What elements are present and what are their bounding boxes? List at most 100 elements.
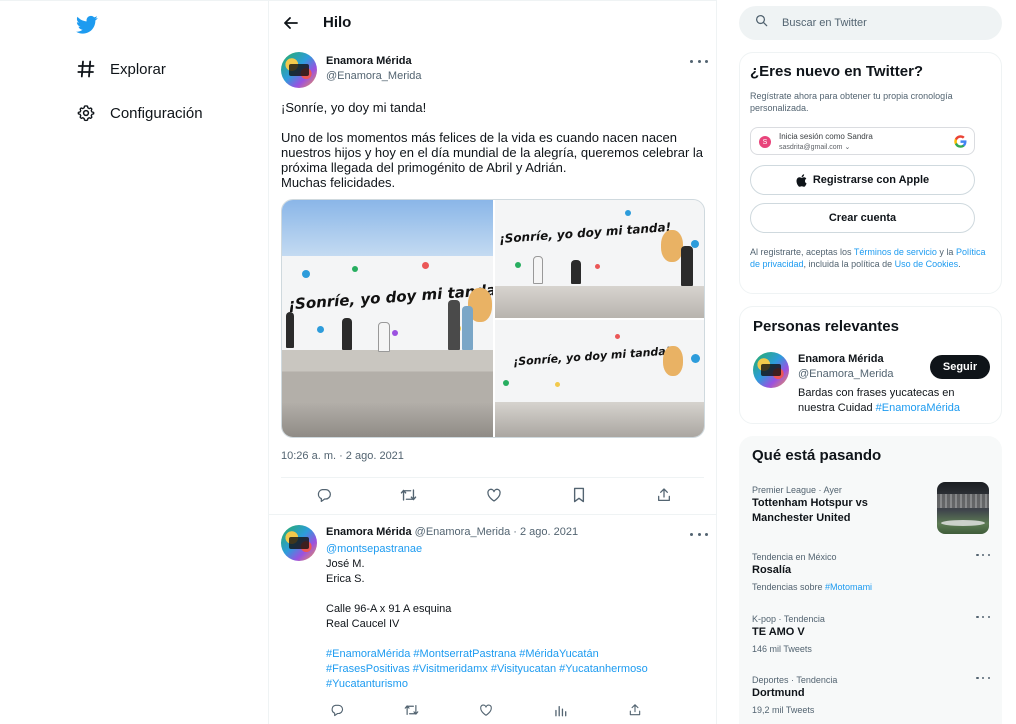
avatar[interactable] <box>281 525 317 561</box>
trend-hashtag[interactable]: #Motomami <box>825 582 872 592</box>
reply-line: Real Caucel IV <box>326 618 400 630</box>
trend-title: Dortmund <box>752 687 805 699</box>
thread-column: Hilo Enamora Mérida @Enamora_Merida ¡Son… <box>268 0 717 724</box>
hashtag-links[interactable]: #FrasesPositivas #Visitmeridamx #Visityu… <box>326 662 696 677</box>
apple-icon <box>796 173 807 187</box>
person-bio: Bardas con frases yucatecas en nuestra C… <box>798 387 961 414</box>
tweet-line: Muchas felicidades. <box>281 175 396 190</box>
trend-item[interactable]: Deportes · Tendencia Dortmund 19,2 mil T… <box>752 674 992 716</box>
trend-item[interactable]: Tendencia en México Rosalía Tendencias s… <box>752 551 992 593</box>
signup-subtext: Regístrate ahora para obtener tu propia … <box>750 91 953 113</box>
more-options-icon[interactable] <box>690 529 708 539</box>
reply-header: Enamora Mérida @Enamora_Merida · 2 ago. … <box>326 526 578 538</box>
nav-explore-label: Explorar <box>110 60 166 78</box>
like-icon[interactable] <box>483 484 505 506</box>
trend-title: TE AMO V <box>752 626 805 638</box>
tweet-line: próxima llegada del primogénito de Abril… <box>281 160 567 175</box>
person-name[interactable]: Enamora Mérida <box>798 353 884 365</box>
reply-text: @montsepastranae José M. Erica S. Calle … <box>326 542 696 692</box>
google-signin-button[interactable]: S Inicia sesión como Sandra sasdrita@gma… <box>750 127 975 155</box>
follow-button[interactable]: Seguir <box>930 355 990 379</box>
legal-text: Al registrarte, aceptas los Términos de … <box>750 247 986 269</box>
mural-photo[interactable]: ¡Sonríe, yo doy mi tanda! <box>495 200 704 318</box>
trend-title: Rosalía <box>752 564 792 576</box>
gear-icon <box>76 103 96 123</box>
share-icon[interactable] <box>653 484 675 506</box>
tweet-actions <box>281 484 706 506</box>
trend-sub: Tendencias sobre #Motomami <box>752 582 873 592</box>
reply-tweet[interactable]: Enamora Mérida @Enamora_Merida · 2 ago. … <box>269 514 716 724</box>
tweet-text: ¡Sonríe, yo doy mi tanda! Uno de los mom… <box>281 100 706 190</box>
share-icon[interactable] <box>624 699 646 721</box>
retweet-icon[interactable] <box>401 699 423 721</box>
more-options-icon[interactable] <box>976 613 990 621</box>
reply-meta: @Enamora_Merida · 2 ago. 2021 <box>414 526 579 538</box>
trend-sub: 19,2 mil Tweets <box>752 705 815 715</box>
mural-photo[interactable]: ¡Sonríe, yo doy mi tanda! <box>282 200 493 437</box>
tweet-line: ¡Sonríe, yo doy mi tanda! <box>281 100 427 115</box>
signup-title: ¿Eres nuevo en Twitter? <box>750 63 924 80</box>
retweet-icon[interactable] <box>398 484 420 506</box>
left-nav: Explorar Configuración <box>0 0 268 724</box>
reply-line: José M. <box>326 558 365 570</box>
google-logo-icon <box>953 134 968 149</box>
avatar[interactable] <box>281 52 317 88</box>
trends-card: Qué está pasando Premier League · Ayer T… <box>739 436 1002 724</box>
create-account-button[interactable]: Crear cuenta <box>750 203 975 233</box>
apple-signup-label: Registrarse con Apple <box>812 174 930 186</box>
thread-header: Hilo <box>269 0 716 44</box>
trend-meta: K-pop · Tendencia <box>752 614 825 624</box>
relevant-title: Personas relevantes <box>753 318 899 335</box>
apple-signup-button[interactable]: Registrarse con Apple <box>750 165 975 195</box>
search-input[interactable] <box>782 17 982 29</box>
relevant-people-card: Personas relevantes Enamora Mérida @Enam… <box>739 306 1002 424</box>
nav-settings-label: Configuración <box>110 104 203 122</box>
avatar[interactable] <box>753 352 789 388</box>
reply-line: Erica S. <box>326 573 365 585</box>
more-options-icon[interactable] <box>690 56 708 66</box>
mural-photo[interactable]: ¡Sonríe, yo doy mi tanda! <box>495 319 704 437</box>
terms-link[interactable]: Términos de servicio <box>854 247 937 257</box>
twitter-bird-icon[interactable] <box>76 15 98 35</box>
author-handle[interactable]: @Enamora_Merida <box>326 70 422 82</box>
hashtag-links[interactable]: #Yucatanturismo <box>326 677 696 692</box>
search-bar[interactable] <box>739 6 1002 40</box>
person-handle[interactable]: @Enamora_Merida <box>798 368 894 380</box>
trends-title: Qué está pasando <box>752 447 882 464</box>
nav-explore[interactable]: Explorar <box>76 57 166 81</box>
chevron-down-icon: ⌄ <box>844 144 851 151</box>
analytics-icon[interactable] <box>550 699 572 721</box>
signup-card: ¿Eres nuevo en Twitter? Regístrate ahora… <box>739 52 1002 294</box>
google-account-avatar: S <box>759 136 771 148</box>
reply-actions <box>326 699 646 721</box>
google-signin-label: Inicia sesión como Sandra <box>779 132 873 141</box>
hashtag-icon <box>76 59 96 79</box>
back-arrow-icon[interactable] <box>281 13 301 33</box>
nav-settings[interactable]: Configuración <box>76 101 203 125</box>
page-title: Hilo <box>323 14 352 31</box>
google-email: sasdrita@gmail.com ⌄ <box>779 144 851 151</box>
tweet-line: Uno de los momentos más felices de la vi… <box>281 130 678 145</box>
tweet-media-grid[interactable]: ¡Sonríe, yo doy mi tanda! ¡Sonríe, yo do… <box>281 199 705 438</box>
more-options-icon[interactable] <box>976 551 990 559</box>
trend-sub: 146 mil Tweets <box>752 644 812 654</box>
trend-item[interactable]: K-pop · Tendencia TE AMO V 146 mil Tweet… <box>752 613 992 655</box>
more-options-icon[interactable] <box>976 674 990 682</box>
reply-icon[interactable] <box>313 484 335 506</box>
cookies-link[interactable]: Uso de Cookies <box>895 259 959 269</box>
tweet-line: nuestros hijos y hoy en el día mundial d… <box>281 145 704 160</box>
like-icon[interactable] <box>475 699 497 721</box>
trend-title: Tottenham Hotspur vs Manchester United <box>752 497 868 524</box>
hashtag-links[interactable]: #EnamoraMérida #MontserratPastrana #Méri… <box>326 647 696 662</box>
bookmark-icon[interactable] <box>568 484 590 506</box>
search-icon <box>755 14 768 32</box>
trend-thumbnail[interactable] <box>937 482 989 534</box>
tweet-timestamp[interactable]: 10:26 a. m. · 2 ago. 2021 <box>281 450 404 462</box>
right-sidebar: ¿Eres nuevo en Twitter? Regístrate ahora… <box>739 0 1002 724</box>
author-name[interactable]: Enamora Mérida <box>326 526 412 538</box>
bio-hashtag[interactable]: #EnamoraMérida <box>876 402 960 414</box>
reply-icon[interactable] <box>326 699 348 721</box>
reply-line: Calle 96-A x 91 A esquina <box>326 603 452 615</box>
author-name[interactable]: Enamora Mérida <box>326 55 412 67</box>
mention-link[interactable]: @montsepastranae <box>326 542 696 557</box>
